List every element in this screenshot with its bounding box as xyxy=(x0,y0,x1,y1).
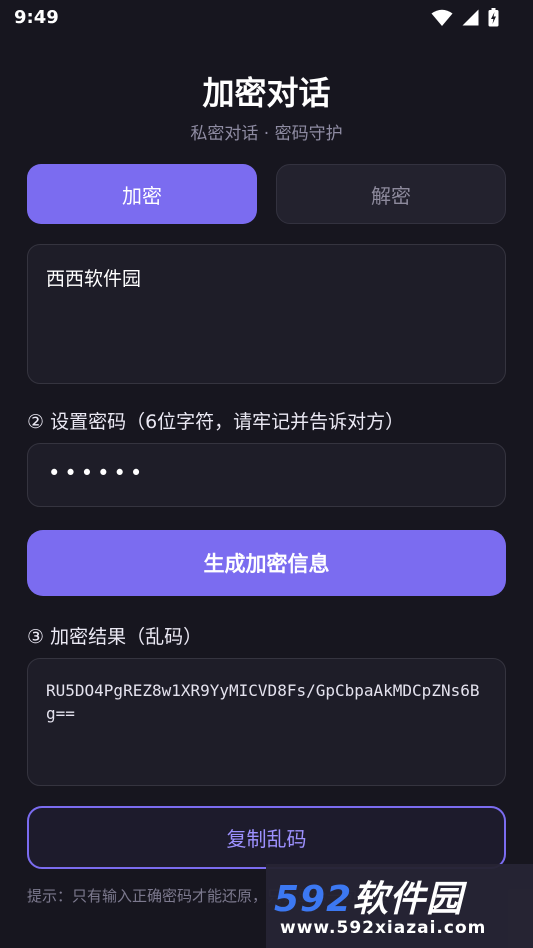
copy-garbled-button-label: 复制乱码 xyxy=(226,827,307,851)
copy-garbled-button[interactable]: 复制乱码 xyxy=(27,806,506,869)
status-time: 9:49 xyxy=(14,7,59,28)
tab-decrypt[interactable]: 解密 xyxy=(276,164,506,224)
result-output[interactable]: RU5DO4PgREZ8w1XR9YyMICVD8Fs/GpCbpaAkMDCp… xyxy=(27,658,506,786)
watermark-logo: 592软件园 xyxy=(274,870,463,922)
result-output-value: RU5DO4PgREZ8w1XR9YyMICVD8Fs/GpCbpaAkMDCp… xyxy=(46,681,480,723)
message-input[interactable]: 西西软件园 xyxy=(27,244,506,384)
generate-encrypted-button[interactable]: 生成加密信息 xyxy=(27,530,506,596)
page-subtitle: 私密对话 · 密码守护 xyxy=(190,124,343,144)
battery-charging-icon xyxy=(488,8,499,27)
result-label: ③ 加密结果（乱码） xyxy=(27,626,203,648)
password-field-value: •••••• xyxy=(48,461,147,485)
watermark-logo-number: 592 xyxy=(274,879,353,920)
page-title: 加密对话 xyxy=(202,74,331,112)
watermark-logo-text: 软件园 xyxy=(352,879,464,920)
watermark: 592软件园 www.592xiazai.com xyxy=(266,864,533,948)
password-label: ② 设置密码（6位字符，请牢记并告诉对方） xyxy=(27,411,405,433)
tab-encrypt[interactable]: 加密 xyxy=(27,164,257,224)
status-icons xyxy=(431,8,499,27)
generate-encrypted-button-label: 生成加密信息 xyxy=(203,552,330,576)
tab-encrypt-label: 加密 xyxy=(122,183,162,208)
wifi-icon xyxy=(431,9,453,26)
watermark-url: www.592xiazai.com xyxy=(280,918,487,938)
message-input-value: 西西软件园 xyxy=(46,268,142,290)
password-field[interactable]: •••••• xyxy=(27,443,506,507)
tab-decrypt-label: 解密 xyxy=(371,183,411,208)
status-bar: 9:49 xyxy=(0,0,533,36)
signal-icon xyxy=(462,9,479,26)
